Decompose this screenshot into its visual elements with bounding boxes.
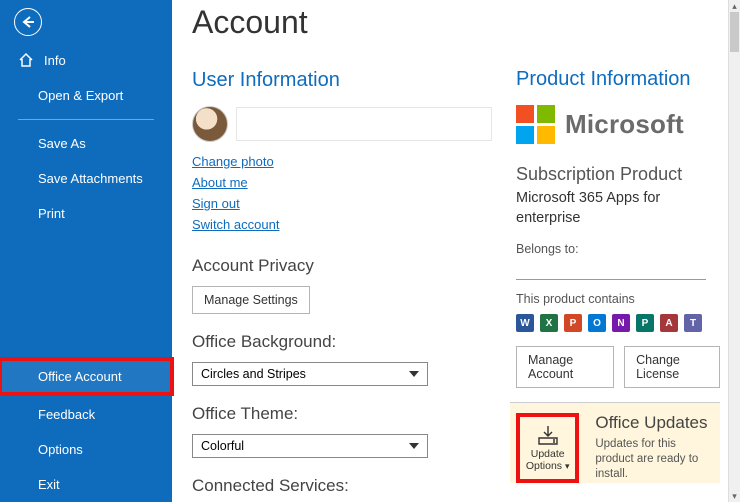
account-privacy-heading: Account Privacy [192,256,492,276]
sidebar-item-label: Print [38,206,65,221]
sidebar-item-label: Save Attachments [38,171,143,186]
sidebar-item-label: Open & Export [38,88,123,103]
back-button[interactable] [14,8,42,36]
sidebar-item-label: Save As [38,136,86,151]
vertical-scrollbar[interactable]: ▴ ▾ [728,0,740,502]
office-updates-heading: Office Updates [595,413,714,433]
sidebar-item-save-as[interactable]: Save As [0,126,172,161]
chevron-down-icon: ▾ [565,461,570,471]
belongs-to-value [516,260,706,280]
sidebar-divider [18,119,154,120]
connected-services-heading: Connected Services: [192,476,492,496]
microsoft-wordmark: Microsoft [565,109,684,140]
product-app-icon: T [684,314,702,332]
office-theme-heading: Office Theme: [192,404,492,424]
subscription-product-name: Microsoft 365 Apps for enterprise [516,189,720,228]
select-value: Colorful [201,439,244,453]
change-license-button[interactable]: Change License [624,346,720,388]
switch-account-link[interactable]: Switch account [192,217,279,232]
manage-account-button[interactable]: Manage Account [516,346,614,388]
backstage-sidebar: Info Open & Export Save As Save Attachme… [0,0,172,502]
sidebar-item-label: Office Account [38,369,122,384]
chevron-down-icon [409,441,419,451]
scroll-up-arrow[interactable]: ▴ [729,0,740,12]
sidebar-item-office-account[interactable]: Office Account [0,359,172,394]
sidebar-item-label: Exit [38,477,60,492]
product-app-icon: N [612,314,630,332]
office-updates-panel: UpdateOptions ▾ Office Updates Updates f… [510,402,720,483]
arrow-left-icon [21,15,35,29]
office-updates-desc: Updates for this product are ready to in… [595,437,714,482]
user-info-heading: User Information [192,69,492,92]
product-app-icons: WXPONPAT [516,314,720,332]
belongs-to-label: Belongs to: [516,242,720,256]
update-button-label-2: Options [526,460,562,472]
chevron-down-icon [409,369,419,379]
avatar[interactable] [192,106,228,142]
office-background-select[interactable]: Circles and Stripes [192,362,428,386]
update-options-button[interactable]: UpdateOptions ▾ [516,413,579,483]
product-app-icon: O [588,314,606,332]
product-info-heading: Product Information [516,68,720,91]
update-button-label-1: Update [531,448,565,460]
sidebar-item-exit[interactable]: Exit [0,467,172,502]
microsoft-squares-icon [516,105,555,144]
sidebar-item-save-attachments[interactable]: Save Attachments [0,161,172,196]
product-app-icon: W [516,314,534,332]
sidebar-item-options[interactable]: Options [0,432,172,467]
microsoft-logo: Microsoft [516,105,720,144]
office-background-heading: Office Background: [192,332,492,352]
product-app-icon: P [636,314,654,332]
sidebar-item-feedback[interactable]: Feedback [0,397,172,432]
sidebar-item-label: Options [38,442,83,457]
scroll-down-arrow[interactable]: ▾ [729,490,740,502]
product-contains-label: This product contains [516,292,720,306]
sidebar-item-label: Info [44,53,66,68]
user-name-box [236,107,492,141]
sidebar-item-info[interactable]: Info [0,42,172,78]
sidebar-item-label: Feedback [38,407,95,422]
product-app-icon: X [540,314,558,332]
change-photo-link[interactable]: Change photo [192,154,274,169]
sidebar-active-underline [18,394,154,395]
download-icon [535,424,561,446]
content-area: Account User Information Change photo Ab… [172,0,728,502]
office-theme-select[interactable]: Colorful [192,434,428,458]
sidebar-item-print[interactable]: Print [0,196,172,231]
sidebar-item-open-export[interactable]: Open & Export [0,78,172,113]
page-title: Account [192,4,492,41]
product-app-icon: A [660,314,678,332]
select-value: Circles and Stripes [201,367,306,381]
about-me-link[interactable]: About me [192,175,248,190]
sign-out-link[interactable]: Sign out [192,196,240,211]
subscription-product-label: Subscription Product [516,164,720,185]
manage-settings-button[interactable]: Manage Settings [192,286,310,314]
scrollbar-thumb[interactable] [730,12,739,52]
home-icon [18,52,34,68]
product-app-icon: P [564,314,582,332]
